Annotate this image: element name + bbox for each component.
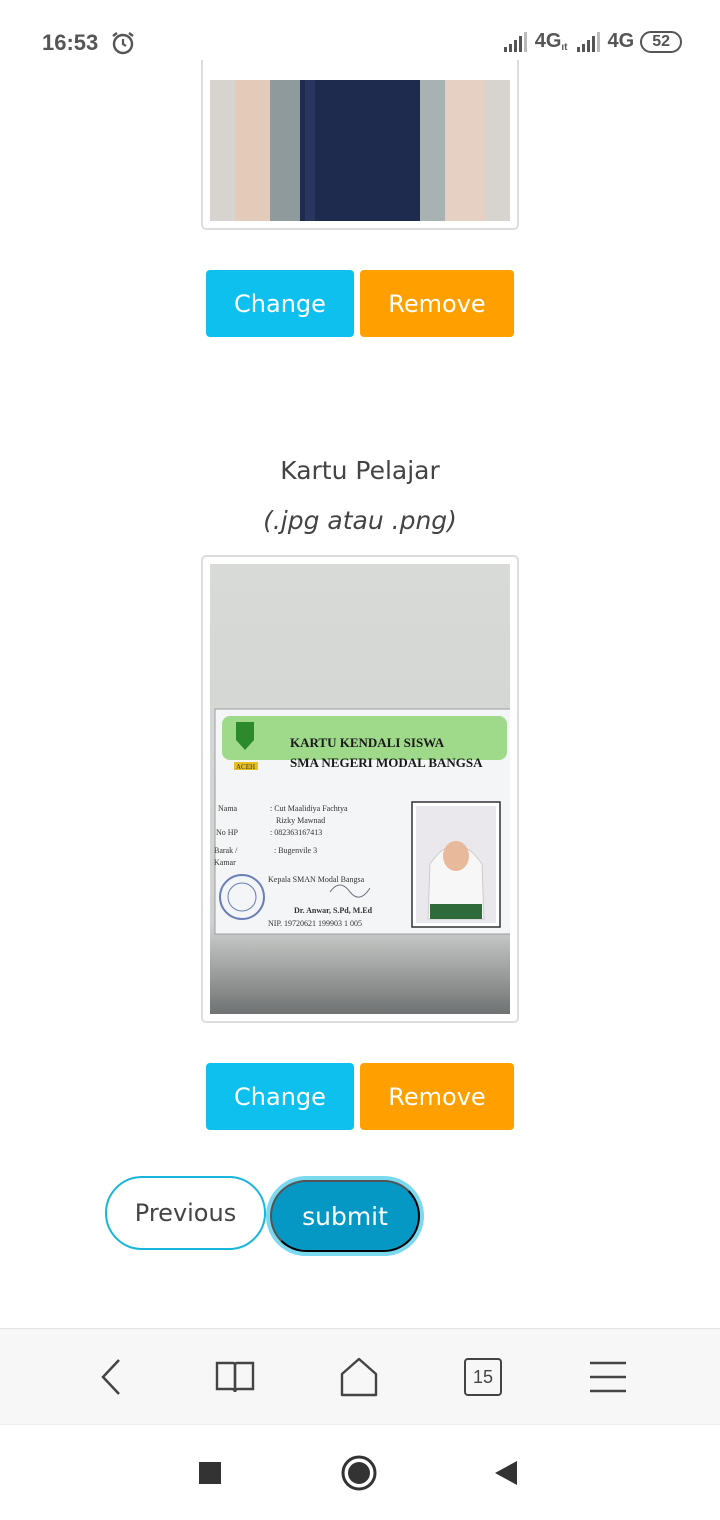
browser-toolbar: 15 <box>0 1328 720 1424</box>
card-value-nama-2: Rizky Mawnad <box>276 816 325 825</box>
change-student-card-button[interactable]: Change <box>206 1063 354 1130</box>
system-back-button[interactable] <box>484 1451 528 1495</box>
chevron-left-icon <box>101 1359 120 1395</box>
card-label-nama: Nama <box>218 804 238 813</box>
remove-student-card-button[interactable]: Remove <box>360 1063 514 1130</box>
student-card-image: ACEH KARTU KENDALI SISWA SMA NEGERI MODA… <box>210 564 510 1014</box>
student-card-label: Kartu Pelajar <box>280 456 440 485</box>
status-time: 16:53 <box>42 30 99 55</box>
signal-icon-2 <box>576 31 600 52</box>
photo-image <box>210 80 510 221</box>
network-type-2: 4G <box>607 30 635 52</box>
change-photo-button[interactable]: Change <box>206 270 354 337</box>
home-icon <box>340 1357 378 1397</box>
card-value-hp: : 082363167413 <box>270 828 322 837</box>
signal-icon <box>503 31 527 52</box>
bookmarks-button[interactable] <box>213 1355 257 1399</box>
recents-button[interactable] <box>188 1451 232 1495</box>
student-card-preview: ACEH KARTU KENDALI SISWA SMA NEGERI MODA… <box>201 555 519 1023</box>
alarm-clock-icon <box>112 32 134 55</box>
student-card-photo: ACEH KARTU KENDALI SISWA SMA NEGERI MODA… <box>210 564 510 1014</box>
uploaded-photo-preview <box>201 60 519 230</box>
circle-icon <box>341 1455 377 1491</box>
tabs-button[interactable]: 15 <box>461 1355 505 1399</box>
triangle-back-icon <box>495 1461 517 1485</box>
card-kepala: Kepala SMAN Modal Bangsa <box>268 875 365 884</box>
status-indicators: 4G ıt 4G 52 <box>503 30 682 53</box>
card-label-hp: No HP <box>216 828 239 837</box>
submit-button[interactable]: submit <box>270 1180 420 1252</box>
remove-photo-button[interactable]: Remove <box>360 270 514 337</box>
file-format-hint: (.jpg atau .png) <box>263 506 457 535</box>
card-label-kamar: Kamar <box>214 858 236 867</box>
card-value-barak: : Bugenvile 3 <box>274 846 317 855</box>
book-icon <box>215 1361 255 1393</box>
card-nip: NIP. 19720621 199903 1 005 <box>268 919 362 928</box>
tab-count: 15 <box>464 1358 502 1396</box>
network-type-1: 4G <box>534 30 562 52</box>
card-value-nama: : Cut Maalidiya Fachtya <box>270 804 348 813</box>
hamburger-menu-icon <box>590 1361 626 1393</box>
system-home-button[interactable] <box>337 1451 381 1495</box>
square-icon <box>199 1462 221 1484</box>
card-heading-2: SMA NEGERI MODAL BANGSA <box>290 755 483 770</box>
person-photo <box>210 80 510 221</box>
menu-button[interactable] <box>586 1355 630 1399</box>
card-signer: Dr. Anwar, S.Pd, M.Ed <box>294 906 373 915</box>
back-button[interactable] <box>90 1355 134 1399</box>
battery-indicator: 52 <box>640 30 682 53</box>
home-button[interactable] <box>337 1355 381 1399</box>
data-activity-indicator: ıt <box>561 42 568 53</box>
system-navigation-bar <box>0 1424 720 1520</box>
previous-button[interactable]: Previous <box>105 1176 266 1250</box>
card-logo-text: ACEH <box>236 763 255 771</box>
card-label-barak: Barak / <box>214 846 238 855</box>
card-heading-1: KARTU KENDALI SISWA <box>290 735 445 750</box>
